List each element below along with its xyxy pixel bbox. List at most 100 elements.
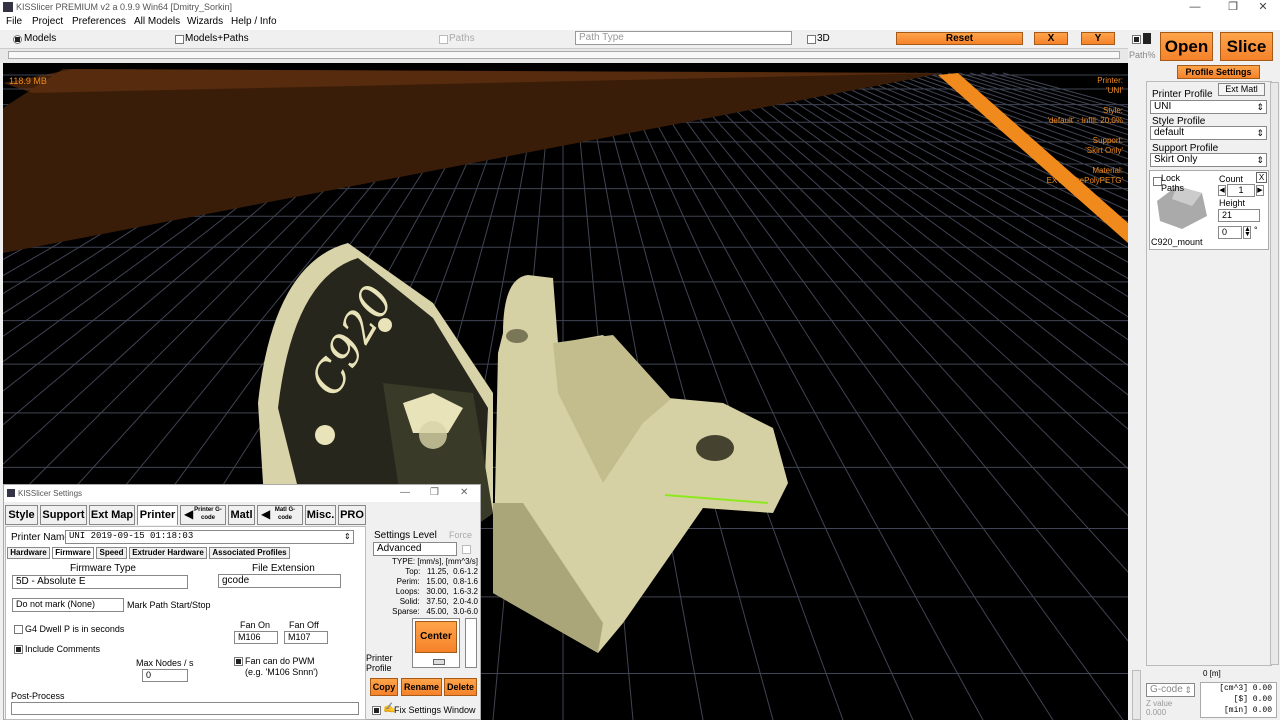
slice-button[interactable]: Slice: [1220, 32, 1273, 61]
path-type-select[interactable]: Path Type: [575, 31, 792, 45]
profile-overlay: Printer: 'UNI' Style: 'default' - Infill…: [963, 76, 1123, 186]
support-profile-select[interactable]: Skirt Only: [1150, 153, 1267, 167]
height-label: Height: [1219, 198, 1246, 208]
printer-tab-panel: Printer Name UNI 2019-09-15 01:18:03 ⇕ H…: [5, 526, 366, 720]
menu-preferences[interactable]: Preferences: [72, 16, 126, 27]
x-button[interactable]: X: [1034, 32, 1068, 45]
settings-maximize-button[interactable]: ❐: [430, 487, 439, 498]
memory-usage: 118.9 MB: [9, 76, 47, 86]
close-button[interactable]: ✕: [1246, 0, 1280, 15]
fan-pwm-label: Fan can do PWM: [245, 656, 315, 666]
firmware-type-label: Firmware Type: [70, 563, 136, 574]
right-panel: Path% Open Slice Profile Settings Printe…: [1128, 30, 1280, 720]
tab-ext-map[interactable]: Ext Map: [89, 505, 135, 525]
menu-all-models[interactable]: All Models: [134, 16, 180, 27]
models-paths-label: Models+Paths: [185, 33, 249, 44]
delete-button[interactable]: Delete: [444, 678, 477, 696]
settings-title-bar: KISSlicer Settings — ❐ ✕: [4, 485, 480, 502]
fan-on-input[interactable]: M106: [234, 631, 278, 644]
subtab-extruder-hardware[interactable]: Extruder Hardware: [129, 547, 207, 559]
z-value: 0.000: [1146, 708, 1167, 717]
models-label: Models: [24, 33, 57, 44]
ext-matl-button[interactable]: Ext Matl: [1218, 83, 1265, 96]
maximize-button[interactable]: ❐: [1216, 0, 1250, 15]
z-slider[interactable]: [1132, 670, 1141, 720]
mark-path-select[interactable]: Do not mark (None): [12, 598, 124, 612]
count-input[interactable]: 1: [1227, 184, 1255, 197]
models-paths-checkbox[interactable]: [175, 35, 184, 44]
subtab-hardware[interactable]: Hardware: [7, 547, 50, 559]
3d-checkbox[interactable]: [807, 35, 816, 44]
count-decrement[interactable]: ◀: [1218, 185, 1226, 196]
overlay-support-label: Support:: [1092, 136, 1123, 145]
model-c920-mount-right[interactable]: [493, 275, 788, 653]
menu-project[interactable]: Project: [32, 16, 63, 27]
rotation-input[interactable]: 0: [1218, 226, 1242, 239]
height-input[interactable]: 21: [1218, 209, 1260, 222]
subtab-associated-profiles[interactable]: Associated Profiles: [209, 547, 290, 559]
g4-dwell-checkbox[interactable]: [14, 625, 23, 634]
subtab-firmware[interactable]: Firmware: [52, 547, 94, 559]
speed-solid: Solid: 37.50, 2.0-4.0: [399, 597, 478, 606]
bed-preview[interactable]: Center: [412, 618, 460, 668]
ruler-label: 0 [m]: [1203, 669, 1221, 678]
tab-support[interactable]: Support: [40, 505, 87, 525]
tab-style[interactable]: Style: [5, 505, 38, 525]
tab-misc[interactable]: Misc.: [305, 505, 336, 525]
overlay-printer-value: 'UNI': [1106, 86, 1123, 95]
firmware-type-select[interactable]: 5D - Absolute E: [12, 575, 188, 589]
path-pct-checkbox[interactable]: [1132, 35, 1141, 44]
style-profile-select[interactable]: default: [1150, 126, 1267, 140]
y-button[interactable]: Y: [1081, 32, 1115, 45]
tab-pro[interactable]: PRO: [338, 505, 366, 525]
settings-tabs: Style Support Ext Map Printer Printer G-…: [5, 505, 481, 526]
fix-window-checkbox[interactable]: [372, 706, 381, 715]
printer-name-label: Printer Name: [11, 532, 70, 543]
profile-scrollbar[interactable]: [1270, 82, 1279, 665]
printer-profile-select[interactable]: UNI: [1150, 100, 1267, 114]
center-button[interactable]: Center: [415, 621, 457, 653]
gcode-select[interactable]: G-code: [1146, 683, 1195, 697]
printer-name-select[interactable]: UNI 2019-09-15 01:18:03: [65, 530, 354, 544]
rotation-spinner[interactable]: ▲ ▼: [1243, 226, 1251, 239]
settings-title: KISSlicer Settings: [18, 489, 83, 498]
menu-file[interactable]: File: [6, 16, 22, 27]
force-checkbox[interactable]: [462, 545, 471, 554]
models-radio[interactable]: [13, 35, 22, 44]
menu-wizards[interactable]: Wizards: [187, 16, 223, 27]
settings-minimize-button[interactable]: —: [400, 487, 410, 498]
max-nodes-input[interactable]: 0: [142, 669, 188, 682]
remove-model-button[interactable]: X: [1256, 172, 1267, 183]
menu-help-info[interactable]: Help / Info: [231, 16, 277, 27]
tab-matl[interactable]: Matl: [228, 505, 255, 525]
file-extension-input[interactable]: gcode: [218, 574, 341, 588]
profile-settings-button[interactable]: Profile Settings: [1177, 65, 1260, 79]
bed-vertical-slider[interactable]: [465, 618, 477, 668]
profile-panel: [1146, 81, 1272, 666]
printer-name-chevron-icon: ⇕: [344, 532, 351, 541]
copy-button[interactable]: Copy: [370, 678, 398, 696]
grid-line: [628, 72, 984, 720]
path-slider-track[interactable]: [0, 48, 1128, 63]
open-button[interactable]: Open: [1160, 32, 1213, 61]
include-comments-checkbox[interactable]: [14, 645, 23, 654]
minimize-button[interactable]: —: [1178, 0, 1212, 15]
overlay-style-value: 'default' - Infill: 20.0%: [1047, 116, 1123, 125]
rename-button[interactable]: Rename: [401, 678, 442, 696]
settings-close-button[interactable]: ✕: [460, 487, 468, 498]
count-increment[interactable]: ▶: [1256, 185, 1264, 196]
path-pct-label: Path%: [1129, 50, 1156, 60]
post-process-input[interactable]: [11, 702, 359, 715]
file-extension-label: File Extension: [252, 563, 315, 574]
reset-button[interactable]: Reset: [896, 32, 1023, 45]
path-color-icon: [1143, 33, 1151, 44]
title-bar: KISSlicer PREMIUM v2 a 0.9.9 Win64 [Dmit…: [0, 0, 1280, 15]
subtab-speed[interactable]: Speed: [96, 547, 127, 559]
tab-printer[interactable]: Printer: [137, 505, 178, 525]
settings-level-label: Settings Level: [374, 530, 437, 541]
fan-pwm-checkbox[interactable]: [234, 657, 243, 666]
settings-level-select[interactable]: Advanced: [373, 542, 457, 556]
bed-slider-handle[interactable]: [433, 659, 445, 665]
fan-off-input[interactable]: M107: [284, 631, 328, 644]
paths-checkbox[interactable]: [439, 35, 448, 44]
